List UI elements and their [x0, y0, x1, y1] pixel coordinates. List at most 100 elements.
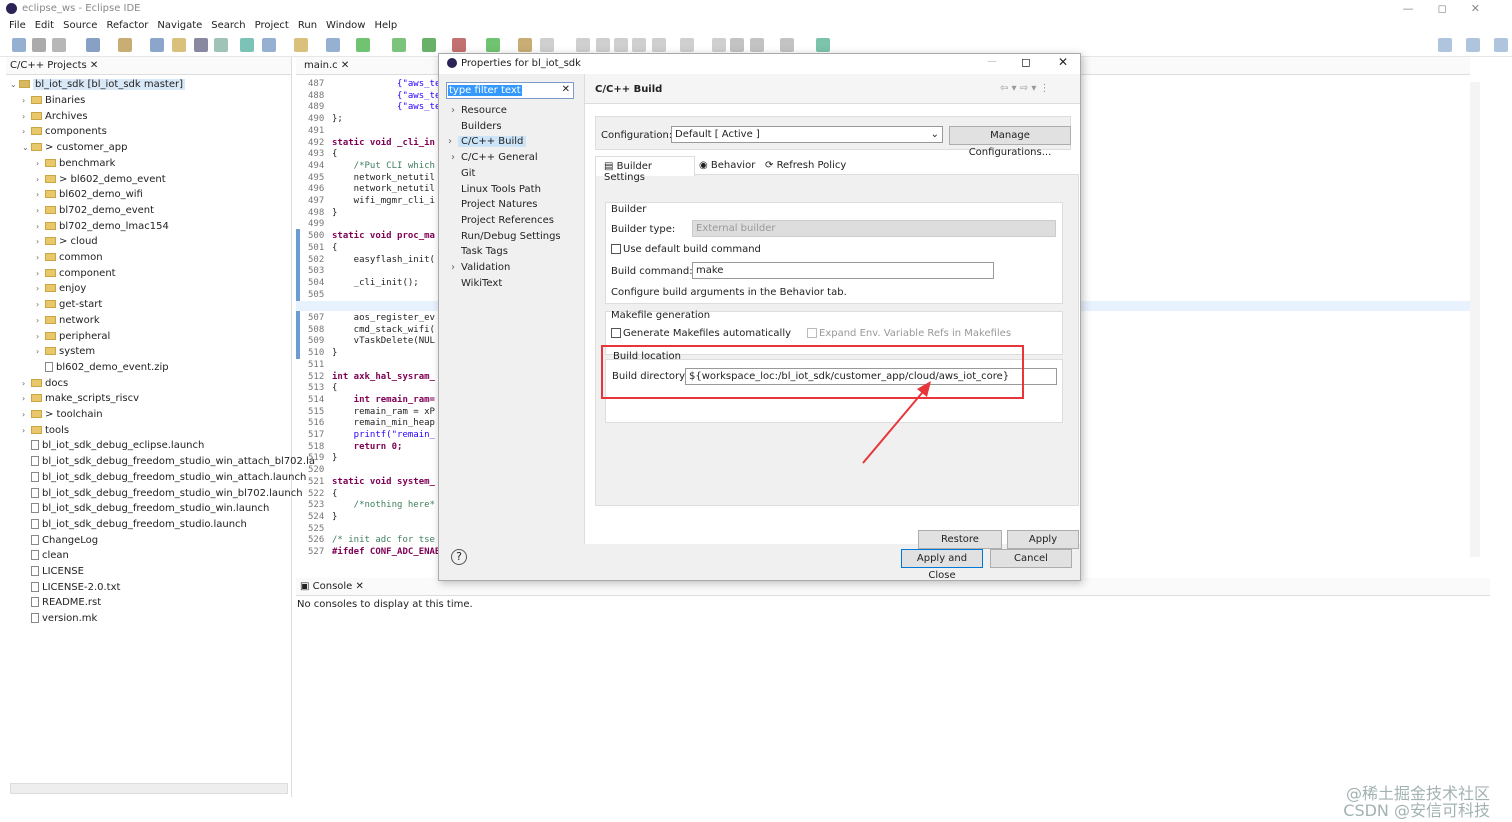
- menu-item[interactable]: File: [9, 18, 26, 34]
- menu-item[interactable]: Window: [326, 18, 365, 34]
- manage-configurations-button[interactable]: Manage Configurations...: [949, 126, 1071, 158]
- tree-item[interactable]: bl_iot_sdk_debug_freedom_studio_win_atta…: [22, 470, 306, 485]
- toolbar-button-icon[interactable]: [294, 38, 308, 52]
- menu-item[interactable]: Help: [374, 18, 397, 34]
- code-line[interactable]: #ifdef CONF_ADC_ENAB: [332, 547, 440, 559]
- vertical-scrollbar[interactable]: [1470, 82, 1480, 557]
- toolbar-button-icon[interactable]: [262, 38, 276, 52]
- use-default-checkbox[interactable]: Use default build command: [611, 244, 761, 255]
- menu-item[interactable]: Project: [255, 18, 289, 34]
- nav-item[interactable]: Git: [461, 168, 475, 179]
- tree-item[interactable]: › benchmark: [36, 156, 115, 171]
- code-line[interactable]: /*Put CLI which: [332, 161, 435, 173]
- close-button[interactable]: ✕: [1058, 55, 1068, 69]
- code-line[interactable]: _cli_init();: [332, 278, 419, 290]
- toolbar-button-icon[interactable]: [576, 38, 590, 52]
- nav-item[interactable]: Linux Tools Path: [461, 184, 541, 195]
- filter-input[interactable]: type filter text ✕: [446, 82, 574, 99]
- menu-item[interactable]: Edit: [35, 18, 54, 34]
- menu-item[interactable]: Search: [211, 18, 245, 34]
- cancel-button[interactable]: Cancel: [990, 549, 1072, 568]
- toolbar-button-icon[interactable]: [816, 38, 830, 52]
- code-line[interactable]: static void proc_ma: [332, 231, 435, 243]
- nav-item[interactable]: › Resource: [451, 105, 507, 116]
- toolbar-button-icon[interactable]: [194, 38, 208, 52]
- code-line[interactable]: easyflash_init(: [332, 255, 435, 267]
- tree-item[interactable]: bl_iot_sdk_debug_eclipse.launch: [22, 438, 204, 453]
- toolbar-button-icon[interactable]: [392, 38, 406, 52]
- toolbar-button-icon[interactable]: [750, 38, 764, 52]
- toolbar-button-icon[interactable]: [86, 38, 100, 52]
- apply-button[interactable]: Apply: [1007, 530, 1079, 549]
- tab-cpp-projects[interactable]: C/C++ Projects ✕: [6, 59, 102, 73]
- tab-refresh-policy[interactable]: ⟳ Refresh Policy: [765, 160, 846, 171]
- tree-item[interactable]: › components: [22, 124, 107, 139]
- code-line[interactable]: vTaskDelete(NUL: [332, 336, 435, 348]
- tab-builder-settings[interactable]: ▤ Builder Settings: [595, 156, 695, 183]
- code-line[interactable]: {: [332, 243, 337, 255]
- toolbar-button-icon[interactable]: [652, 38, 666, 52]
- tree-item[interactable]: › tools: [22, 423, 69, 438]
- perspective-icon[interactable]: [1438, 38, 1452, 52]
- code-line[interactable]: }: [332, 348, 337, 360]
- code-line[interactable]: int remain_ram=: [332, 395, 435, 407]
- code-line[interactable]: /*nothing here*: [332, 500, 435, 512]
- toolbar-button-icon[interactable]: [172, 38, 186, 52]
- toolbar-button-icon[interactable]: [518, 38, 532, 52]
- toolbar-button-icon[interactable]: [118, 38, 132, 52]
- generate-makefiles-checkbox[interactable]: Generate Makefiles automatically: [611, 328, 791, 339]
- perspective-icon[interactable]: [1466, 38, 1480, 52]
- tree-item[interactable]: › enjoy: [36, 281, 86, 296]
- code-line[interactable]: int axk_hal_sysram_: [332, 372, 435, 384]
- tree-item[interactable]: › bl702_demo_lmac154: [36, 219, 169, 234]
- apply-and-close-button[interactable]: Apply and Close: [901, 549, 983, 581]
- tree-item[interactable]: › common: [36, 250, 103, 265]
- tree-item[interactable]: › bl602_demo_wifi: [36, 187, 143, 202]
- clear-icon[interactable]: ✕: [562, 84, 570, 95]
- tree-item[interactable]: › bl702_demo_event: [36, 203, 154, 218]
- nav-item[interactable]: WikiText: [461, 278, 502, 289]
- code-line[interactable]: remain_min_heap: [332, 418, 435, 430]
- tree-item[interactable]: › network: [36, 313, 100, 328]
- tree-item[interactable]: LICENSE-2.0.txt: [22, 580, 120, 595]
- toolbar-button-icon[interactable]: [52, 38, 66, 52]
- toolbar-button-icon[interactable]: [712, 38, 726, 52]
- code-line[interactable]: /* init adc for tse: [332, 535, 435, 547]
- code-line[interactable]: wifi_mgmr_cli_i: [332, 196, 435, 208]
- tree-item[interactable]: bl_iot_sdk_debug_freedom_studio_win_bl70…: [22, 486, 303, 501]
- tree-item[interactable]: ⌄ > customer_app: [22, 140, 127, 155]
- nav-item[interactable]: › C/C++ Build: [448, 136, 527, 148]
- toolbar-button-icon[interactable]: [780, 38, 794, 52]
- restore-defaults-button[interactable]: Restore Defaults: [918, 530, 1002, 562]
- code-line[interactable]: }: [332, 512, 337, 524]
- tree-item[interactable]: README.rst: [22, 595, 101, 610]
- tree-item[interactable]: › docs: [22, 376, 68, 391]
- code-line[interactable]: network_netutil: [332, 173, 435, 185]
- build-command-input[interactable]: make: [692, 262, 994, 279]
- menu-item[interactable]: Source: [63, 18, 97, 34]
- toolbar-button-icon[interactable]: [486, 38, 500, 52]
- code-line[interactable]: static void _cli_in: [332, 138, 435, 150]
- nav-item[interactable]: Project References: [461, 215, 554, 226]
- toolbar-button-icon[interactable]: [356, 38, 370, 52]
- code-line[interactable]: {: [332, 489, 337, 501]
- code-line[interactable]: cmd_stack_wifi(: [332, 325, 435, 337]
- tree-item[interactable]: bl_iot_sdk_debug_freedom_studio.launch: [22, 517, 247, 532]
- window-controls[interactable]: —◻✕: [1403, 2, 1504, 15]
- code-line[interactable]: }: [332, 208, 337, 220]
- tree-item[interactable]: LICENSE: [22, 564, 84, 579]
- perspective-icon[interactable]: [1494, 38, 1508, 52]
- tab-console[interactable]: ▣ Console ✕: [296, 580, 368, 594]
- help-icon[interactable]: ?: [451, 549, 467, 565]
- minimize-button[interactable]: —: [987, 56, 997, 67]
- code-line[interactable]: {: [332, 383, 337, 395]
- toolbar-button-icon[interactable]: [596, 38, 610, 52]
- tree-item[interactable]: › > bl602_demo_event: [36, 172, 166, 187]
- tree-item[interactable]: › > toolchain: [22, 407, 103, 422]
- toolbar-button-icon[interactable]: [240, 38, 254, 52]
- tree-item[interactable]: › get-start: [36, 297, 102, 312]
- code-line[interactable]: static void system_: [332, 477, 435, 489]
- nav-item[interactable]: Run/Debug Settings: [461, 231, 561, 242]
- code-line[interactable]: {: [332, 149, 337, 161]
- tree-item[interactable]: bl_iot_sdk_debug_freedom_studio_win_atta…: [22, 454, 315, 469]
